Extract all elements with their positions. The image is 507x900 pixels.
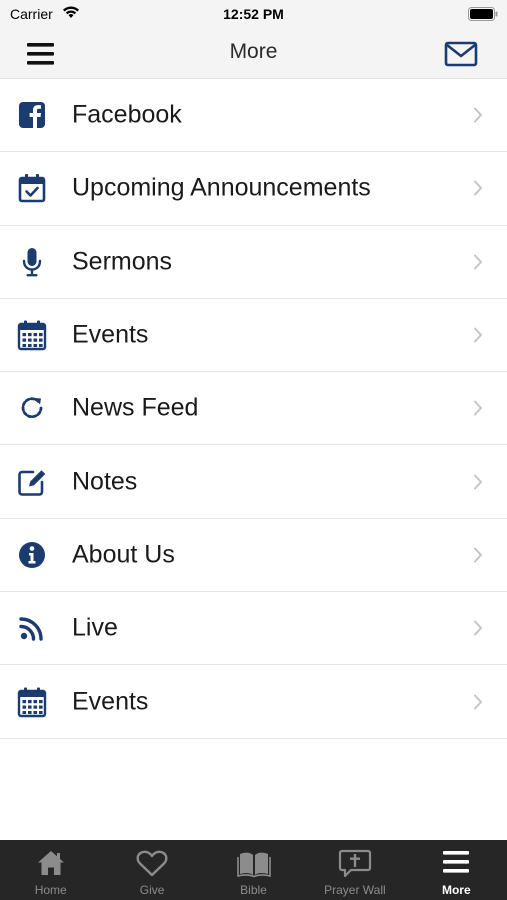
menu-item-events-2[interactable]: Events: [0, 665, 507, 739]
menu-item-label: Events: [72, 687, 149, 716]
rss-icon: [19, 617, 43, 641]
home-icon: [37, 851, 64, 875]
microphone-icon: [22, 247, 42, 277]
tab-bar: Home Give Bible Prayer Wall More: [0, 840, 507, 900]
menu-item-label: Events: [72, 320, 149, 349]
menu-item-notes[interactable]: Notes: [0, 445, 507, 519]
tab-bible[interactable]: Bible: [203, 840, 304, 900]
chevron-right-icon: [474, 400, 482, 416]
menu-item-events[interactable]: Events: [0, 298, 507, 373]
chevron-right-icon: [474, 620, 482, 636]
clock: 12:52 PM: [223, 6, 284, 22]
tab-label: Prayer Wall: [324, 883, 386, 897]
refresh-icon: [21, 397, 43, 419]
prayer-icon: [338, 849, 372, 878]
chevron-right-icon: [474, 474, 482, 490]
menu-item-upcoming-announcements[interactable]: Upcoming Announcements: [0, 152, 507, 226]
menu-item-label: Upcoming Announcements: [72, 173, 371, 202]
chevron-right-icon: [474, 254, 482, 270]
menu-item-label: About Us: [72, 540, 175, 569]
menu-icon: [443, 851, 470, 873]
tab-give[interactable]: Give: [101, 840, 202, 900]
menu-item-news-feed[interactable]: News Feed: [0, 372, 507, 446]
menu-item-label: Live: [72, 613, 118, 642]
menu-item-facebook[interactable]: Facebook: [0, 79, 507, 153]
tab-prayer-wall[interactable]: Prayer Wall: [304, 840, 405, 900]
chevron-right-icon: [474, 107, 482, 123]
chevron-right-icon: [474, 547, 482, 563]
tab-label: Home: [34, 883, 67, 897]
menu-item-label: Notes: [72, 467, 138, 496]
mail-icon[interactable]: [444, 41, 478, 67]
menu-item-label: News Feed: [72, 393, 199, 422]
calendar-icon: [17, 687, 47, 717]
tab-label: Give: [139, 883, 165, 897]
battery-icon: [468, 7, 498, 21]
calendar-icon: [17, 320, 47, 351]
info-icon: [19, 541, 45, 568]
tab-label: Bible: [240, 883, 267, 897]
tab-home[interactable]: Home: [0, 840, 101, 900]
book-icon: [236, 852, 271, 878]
tab-label: More: [441, 883, 471, 897]
status-bar: Carrier 12:52 PM: [0, 0, 507, 28]
chevron-right-icon: [474, 327, 482, 343]
menu-item-sermons[interactable]: Sermons: [0, 225, 507, 299]
chevron-right-icon: [474, 180, 482, 196]
page-title: More: [229, 40, 278, 63]
menu-item-live[interactable]: Live: [0, 592, 507, 666]
edit-icon: [18, 469, 46, 496]
more-menu-list: Facebook Upcoming Announcements Sermons: [0, 79, 507, 739]
menu-item-label: Sermons: [72, 247, 173, 276]
calendar-check-icon: [18, 174, 46, 203]
tab-more[interactable]: More: [406, 840, 507, 900]
chevron-right-icon: [474, 694, 482, 710]
facebook-icon: [19, 102, 45, 129]
menu-item-about-us[interactable]: About Us: [0, 518, 507, 593]
heart-icon: [136, 850, 168, 877]
navigation-bar: More: [0, 28, 507, 79]
menu-item-label: Facebook: [72, 100, 182, 129]
